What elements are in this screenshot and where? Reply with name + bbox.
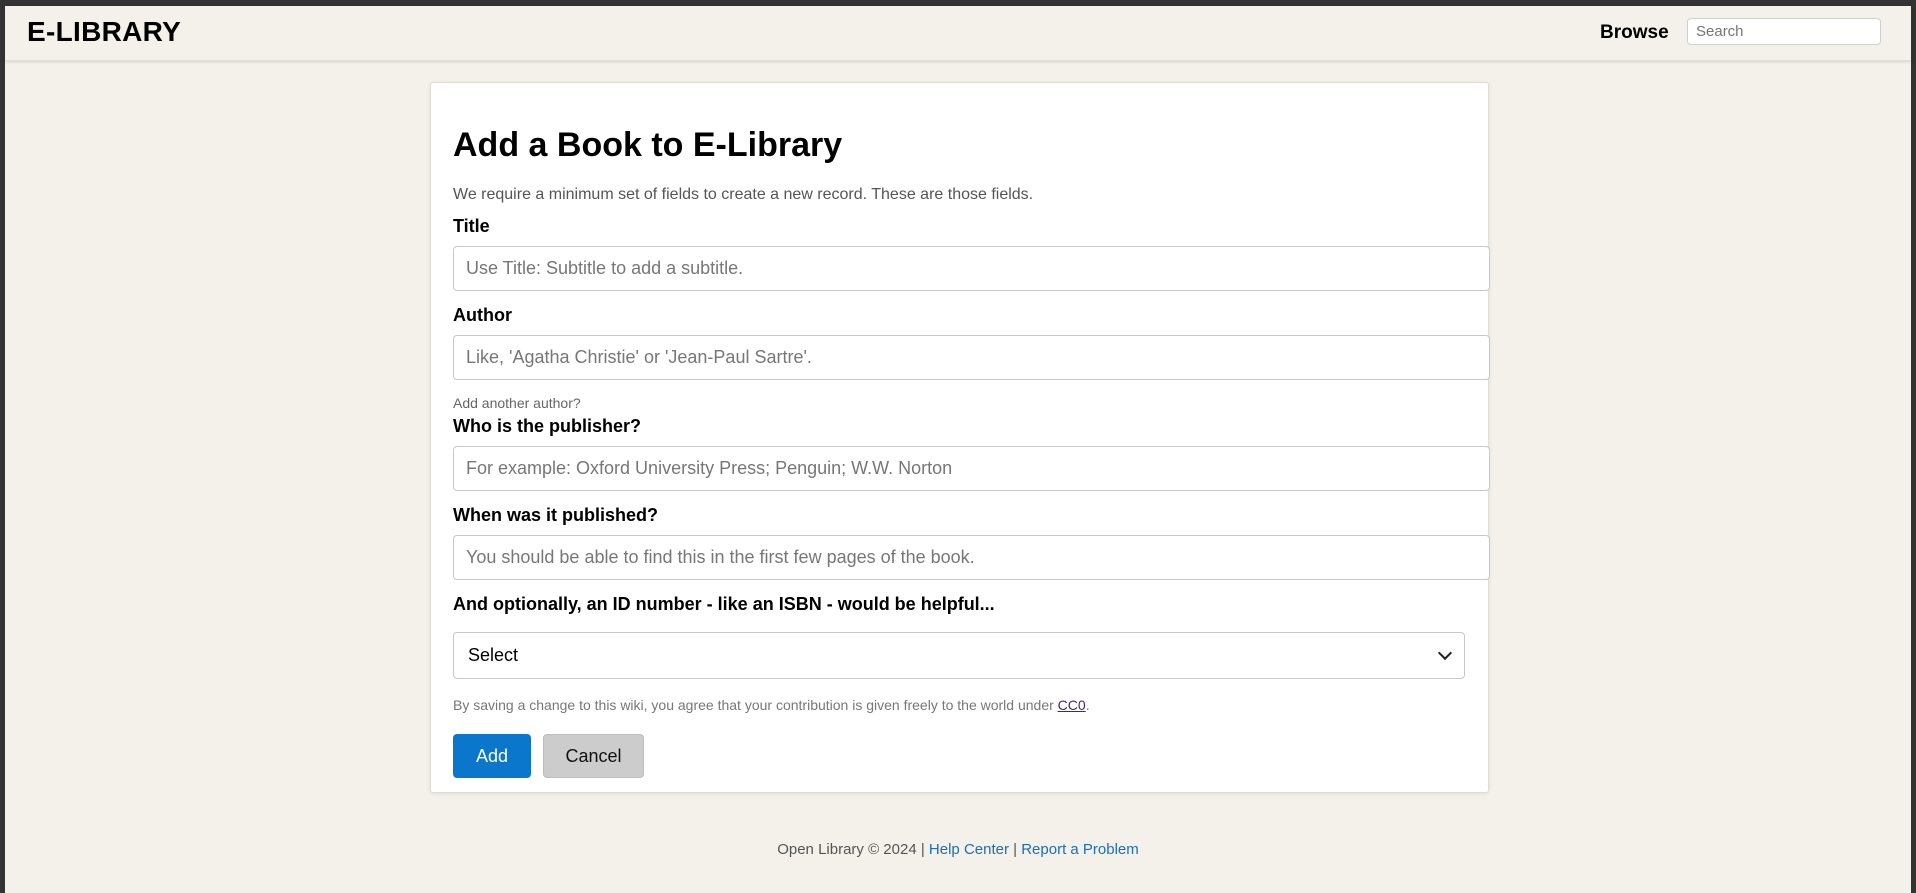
license-notice: By saving a change to this wiki, you agr… — [453, 697, 1090, 713]
id-type-select-value: Select — [468, 645, 519, 665]
title-label: Title — [453, 216, 490, 236]
help-center-link[interactable]: Help Center — [929, 841, 1009, 858]
publisher-input[interactable] — [453, 446, 1490, 491]
report-problem-link[interactable]: Report a Problem — [1021, 841, 1139, 858]
license-notice-suffix: . — [1085, 697, 1090, 713]
author-label: Author — [453, 305, 512, 325]
footer-copyright: Open Library © 2024 — [777, 841, 917, 858]
add-another-author-link[interactable]: Add another author? — [453, 395, 581, 411]
chevron-down-icon — [1437, 645, 1453, 661]
footer-separator: | — [1013, 841, 1018, 858]
page-title: Add a Book to E-Library — [453, 126, 843, 164]
author-input[interactable] — [453, 335, 1490, 380]
license-notice-text: By saving a change to this wiki, you agr… — [453, 697, 1058, 713]
cc0-link[interactable]: CC0 — [1058, 697, 1086, 713]
id-type-select[interactable]: Select — [453, 632, 1465, 679]
site-logo[interactable]: E-LIBRARY — [27, 16, 181, 48]
add-book-form-card: Add a Book to E-Library We require a min… — [430, 82, 1490, 793]
publisher-label: Who is the publisher? — [453, 416, 641, 436]
page-footer: Open Library © 2024 | Help Center | Repo… — [5, 841, 1911, 858]
form-intro-text: We require a minimum set of fields to cr… — [453, 186, 1034, 203]
footer-separator: | — [920, 841, 925, 858]
publish-date-label: When was it published? — [453, 505, 659, 525]
add-button[interactable]: Add — [453, 734, 531, 778]
app-frame: E-LIBRARY Browse Add a Book to E-Library… — [5, 6, 1911, 893]
id-number-label: And optionally, an ID number - like an I… — [453, 594, 995, 614]
search-input[interactable] — [1687, 18, 1881, 45]
top-nav-bar: E-LIBRARY Browse — [5, 6, 1911, 61]
title-input[interactable] — [453, 246, 1490, 291]
cancel-button[interactable]: Cancel — [543, 734, 644, 778]
browse-link[interactable]: Browse — [1600, 22, 1669, 44]
publish-date-input[interactable] — [453, 535, 1490, 580]
